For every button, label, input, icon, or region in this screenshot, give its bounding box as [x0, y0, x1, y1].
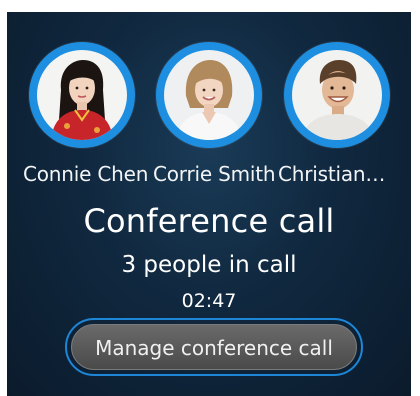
avatar-man-smiling-icon — [292, 50, 382, 140]
avatar-woman-blonde-icon — [164, 50, 254, 140]
manage-conference-button-focus-ring: Manage conference call — [65, 318, 363, 376]
participant-name: Connie Chen — [23, 162, 149, 186]
participant-name: Corrie Smith — [153, 162, 276, 186]
call-screen: Connie Chen Corrie Smith Christian… Conf… — [7, 12, 411, 396]
avatar-woman-red-dress-icon — [37, 50, 127, 140]
participant-names: Connie Chen Corrie Smith Christian… — [7, 162, 411, 190]
call-timer: 02:47 — [181, 290, 237, 312]
manage-conference-button[interactable]: Manage conference call — [71, 324, 357, 370]
avatar-corrie-smith[interactable] — [156, 42, 262, 148]
avatar-connie-chen[interactable] — [29, 42, 135, 148]
call-title: Conference call — [83, 202, 335, 240]
participant-avatars — [7, 42, 411, 152]
avatar-christian[interactable] — [284, 42, 390, 148]
participant-name: Christian… — [278, 162, 386, 186]
people-count: 3 people in call — [121, 252, 297, 278]
